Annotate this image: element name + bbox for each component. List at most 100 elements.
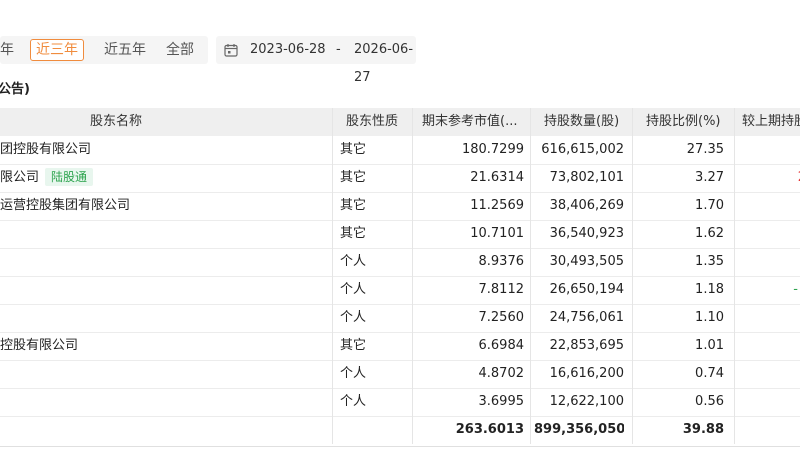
share-count: 616,615,002 [541,142,624,157]
date-separator: - [336,42,341,57]
share-count: 24,756,061 [549,310,624,325]
shareholder-name-text[interactable]: 运营控股集团有限公司 [0,198,130,213]
table-row[interactable]: 其它 10.7101 36,540,923 1.62 [0,220,800,249]
table-row[interactable]: 个人 4.8702 16,616,200 0.74 [0,360,800,389]
change-vs-previous [740,388,800,416]
share-ratio: 27.35 [686,142,724,157]
table-row[interactable]: 限公司陆股通其它 21.6314 73,802,101 3.27 2 [0,164,800,193]
date-start[interactable]: 2023-06-28 [250,36,326,64]
total-market-value: 263.6013 [455,422,524,437]
date-end[interactable]: 2026-06-27 [354,36,416,92]
tab-all[interactable]: 全部 [166,36,194,64]
date-range-picker[interactable]: 2023-06-28 - 2026-06-27 [216,36,416,85]
change-vs-previous [740,136,800,164]
share-ratio: 1.62 [695,226,724,241]
tab-three-years[interactable]: 近三年 [30,39,84,61]
shareholder-nature: 其它 [340,170,367,185]
share-count: 26,650,194 [549,282,624,297]
table-header: 股东名称 股东性质 期末参考市值(... 持股数量(股) 持股比例(%) 较上期… [0,108,800,136]
calendar-icon [224,44,238,57]
header-name: 股东名称 [90,114,143,129]
share-count: 16,616,200 [549,366,624,381]
share-ratio: 1.35 [695,254,724,269]
change-vs-previous: 2 [740,164,800,192]
share-ratio: 1.01 [695,338,724,353]
total-ratio: 39.88 [682,422,724,437]
table-row[interactable]: 个人 7.8112 26,650,194 1.18 - [0,276,800,305]
header-shares[interactable]: 持股数量(股) [544,108,619,136]
share-count: 38,406,269 [549,198,624,213]
shareholder-name[interactable] [0,276,330,304]
shareholder-name-text[interactable]: 限公司 [0,170,39,185]
table-row[interactable]: 控股有限公司 其它 6.6984 22,853,695 1.01 [0,332,800,361]
header-change[interactable]: 较上期持股 [742,108,800,136]
shareholder-nature: 其它 [340,338,367,353]
market-value: 7.8112 [478,282,525,297]
share-ratio: 0.74 [695,366,724,381]
market-value: 10.7101 [470,226,524,241]
share-count: 30,493,505 [549,254,624,269]
shareholder-name[interactable] [0,360,330,388]
shareholder-nature: 其它 [340,226,367,241]
change-vs-previous [740,248,800,276]
market-value: 4.8702 [478,366,525,381]
change-vs-previous [740,304,800,332]
header-market-value[interactable]: 期末参考市值(... [422,108,517,136]
change-vs-previous [740,360,800,388]
market-value: 21.6314 [470,170,524,185]
shareholder-nature: 个人 [340,282,367,297]
period-filter: 年 近三年 近五年 全部 [0,36,208,64]
shareholder-nature: 个人 [340,394,367,409]
shareholder-name[interactable]: 团控股有限公司 [0,136,330,164]
change-vs-previous: - [793,282,798,297]
column-divider [412,108,413,444]
header-ratio[interactable]: 持股比例(%) [646,108,721,136]
market-value: 7.2560 [478,310,525,325]
table-row[interactable]: 个人 3.6995 12,622,100 0.56 [0,388,800,417]
shareholder-name-text[interactable]: 团控股有限公司 [0,142,91,157]
shareholder-name[interactable]: 控股有限公司 [0,332,330,360]
table-total-row: 263.6013 899,356,050 39.88 [0,416,800,444]
shareholder-nature: 其它 [340,198,367,213]
shareholder-name-text[interactable]: 控股有限公司 [0,338,78,353]
market-value: 180.7299 [461,142,524,157]
column-divider [332,108,333,444]
table-row[interactable]: 个人 7.2560 24,756,061 1.10 [0,304,800,333]
share-count: 36,540,923 [549,226,624,241]
change-vs-previous [740,192,800,220]
column-divider [734,108,735,444]
table-row[interactable]: 运营控股集团有限公司 其它 11.2569 38,406,269 1.70 [0,192,800,221]
share-ratio: 1.70 [695,198,724,213]
shareholder-nature: 个人 [340,366,367,381]
column-divider [530,108,531,444]
market-value: 3.6995 [478,394,525,409]
shareholder-name[interactable] [0,220,330,248]
shareholder-nature: 个人 [340,254,367,269]
section-subtitle: 公告) [0,82,30,97]
share-ratio: 1.10 [695,310,724,325]
market-value: 6.6984 [478,338,525,353]
share-ratio: 0.56 [695,394,724,409]
shareholder-name[interactable] [0,388,330,416]
share-ratio: 3.27 [695,170,724,185]
table-row[interactable]: 团控股有限公司 其它 180.7299 616,615,002 27.35 [0,136,800,165]
share-count: 73,802,101 [549,170,624,185]
tab-year[interactable]: 年 [0,36,14,64]
shareholder-nature: 其它 [340,142,367,157]
shareholder-name[interactable]: 运营控股集团有限公司 [0,192,330,220]
table-bottom-border [0,446,800,447]
shareholder-name[interactable] [0,248,330,276]
header-nature: 股东性质 [346,114,399,129]
market-value: 11.2569 [470,198,524,213]
table-row[interactable]: 个人 8.9376 30,493,505 1.35 [0,248,800,277]
total-shares: 899,356,050 [534,422,624,437]
share-count: 12,622,100 [549,394,624,409]
shareholder-name[interactable]: 限公司 陆股通 [0,164,330,192]
tab-five-years[interactable]: 近五年 [104,36,146,64]
market-value: 8.9376 [478,254,525,269]
column-divider [632,108,633,444]
shareholder-nature: 个人 [340,310,367,325]
share-ratio: 1.18 [695,282,724,297]
share-count: 22,853,695 [549,338,624,353]
shareholder-name[interactable] [0,304,330,332]
